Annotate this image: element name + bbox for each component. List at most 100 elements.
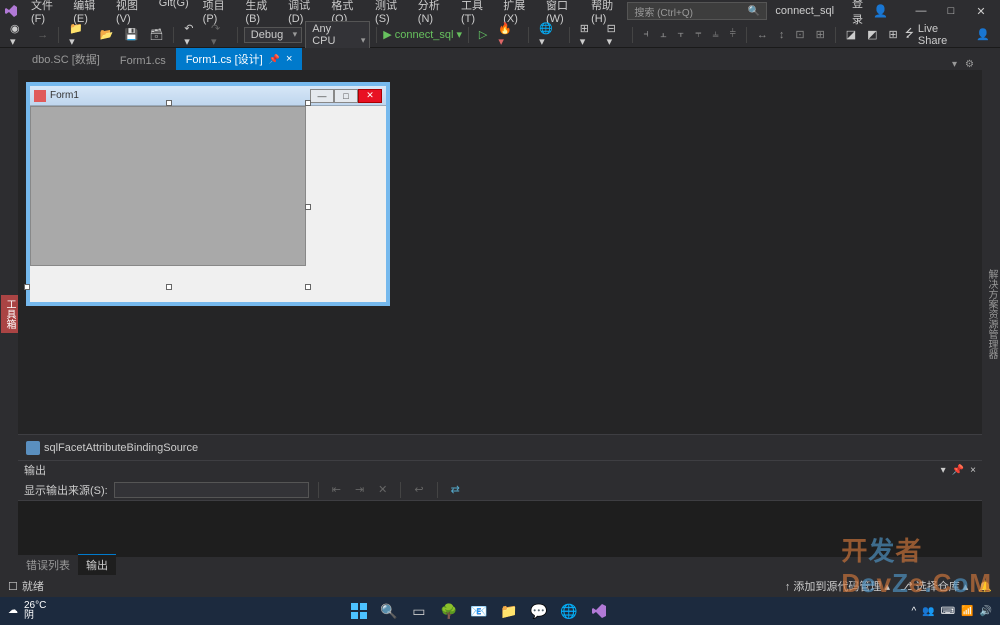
align-left-icon[interactable]: ⫞ [639, 26, 653, 43]
global-search-input[interactable]: 搜索 (Ctrl+Q) 🔍 [627, 2, 767, 20]
tray-chevron-icon[interactable]: ^ [912, 606, 917, 617]
app-tree-icon[interactable]: 🌳 [438, 600, 460, 622]
platform-dropdown[interactable]: Any CPU [305, 21, 370, 49]
align-mid-icon[interactable]: ⫨ [708, 26, 722, 43]
sign-in-button[interactable]: 登录 [852, 0, 863, 27]
resize-handle[interactable] [305, 284, 311, 290]
tab-output[interactable]: 输出 [78, 554, 116, 575]
new-project-button[interactable]: 📁 ▾ [65, 20, 93, 50]
app-vs-icon[interactable] [588, 600, 610, 622]
notifications-button[interactable]: 🔔 [978, 580, 992, 593]
clear-button[interactable]: ✕ [374, 481, 391, 498]
redo-button[interactable]: ↷ ▾ [207, 20, 231, 50]
sidebar-tab-toolbox[interactable]: 工具箱 [1, 295, 18, 333]
send-back-button[interactable]: ◩ [863, 26, 881, 43]
vspacing-icon[interactable]: ↕ [775, 27, 789, 43]
start-button[interactable] [348, 600, 370, 622]
wrap-button[interactable]: ↩ [410, 481, 427, 498]
nav-back-button[interactable]: ◉ ▾ [6, 20, 30, 50]
menu-analyze[interactable]: 分析(N) [411, 0, 454, 28]
output-text[interactable] [18, 501, 982, 557]
search-icon[interactable]: 🔍 [378, 600, 400, 622]
live-share-button[interactable]: ⭍ Live Share [905, 23, 964, 47]
goto-prev-button[interactable]: ⇤ [328, 481, 345, 498]
liveshare-icon: ⭍ [905, 25, 914, 44]
tray-people-icon[interactable]: 👥 [922, 606, 934, 617]
menu-view[interactable]: 视图(V) [109, 0, 152, 28]
minimize-button[interactable]: — [906, 1, 936, 21]
align-button[interactable]: ⊟ ▾ [603, 20, 627, 50]
select-repo[interactable]: ⎇ 选择仓库 ▴ [900, 578, 968, 594]
panel-close-button[interactable]: × [970, 465, 976, 476]
close-icon[interactable]: × [286, 53, 292, 65]
config-dropdown[interactable]: Debug [244, 27, 302, 43]
undo-button[interactable]: ↶ ▾ [180, 20, 204, 50]
resize-handle[interactable] [305, 204, 311, 210]
tab-dbo-sc[interactable]: dbo.SC [数据] [22, 48, 110, 70]
tab-label: dbo.SC [数据] [32, 51, 100, 67]
start-without-debug-button[interactable]: ▷ [475, 26, 491, 43]
panel-pin-button[interactable]: 📌 [952, 465, 964, 476]
bring-front-button[interactable]: ◪ [842, 26, 860, 43]
align-bot-icon[interactable]: ⫩ [726, 26, 740, 43]
system-tray[interactable]: ^ 👥 ⌨ 📶 🔊 [912, 606, 993, 617]
resize-handle[interactable] [305, 100, 311, 106]
form-preview[interactable]: Form1 — □ ✕ [26, 82, 390, 306]
pin-icon[interactable]: 📌 [269, 54, 280, 65]
tray-input-icon[interactable]: ⌨ [941, 606, 955, 617]
align-right-icon[interactable]: ⫟ [674, 26, 689, 43]
resize-handle[interactable] [166, 284, 172, 290]
app-explorer-icon[interactable]: 📁 [498, 600, 520, 622]
tab-form1-cs[interactable]: Form1.cs [110, 52, 176, 70]
nav-fwd-button[interactable]: → [33, 27, 52, 43]
panel-dropdown-button[interactable]: ▾ [941, 465, 946, 476]
menu-test[interactable]: 测试(S) [368, 0, 411, 28]
menu-build[interactable]: 生成(B) [238, 0, 281, 28]
browse-button[interactable]: 🌐 ▾ [535, 20, 563, 50]
maximize-button[interactable]: □ [936, 1, 966, 21]
open-file-button[interactable]: 📂 [96, 26, 118, 43]
grid-icon[interactable]: ⊞ [812, 26, 829, 43]
form-icon [34, 90, 46, 102]
main-toolbar: ◉ ▾ → 📁 ▾ 📂 💾 🗃 ↶ ▾ ↷ ▾ Debug Any CPU ▶ … [0, 22, 1000, 48]
tray-volume-icon[interactable]: 🔊 [980, 606, 992, 617]
layout-button[interactable]: ⊞ ▾ [576, 20, 600, 50]
hot-reload-button[interactable]: 🔥 ▾ [494, 20, 522, 50]
tab-settings-button[interactable]: ⚙ [965, 59, 974, 70]
taskview-icon[interactable]: ▭ [408, 600, 430, 622]
datagridview-control[interactable] [30, 106, 306, 266]
save-button[interactable]: 💾 [121, 26, 143, 43]
size-icon[interactable]: ⊡ [791, 26, 808, 43]
tray-network-icon[interactable]: 📶 [961, 606, 973, 617]
taskbar-weather[interactable]: ☁ 26°C 阴 [8, 601, 46, 621]
app-wechat-icon[interactable]: 💬 [528, 600, 550, 622]
tab-error-list[interactable]: 错误列表 [18, 555, 78, 575]
feedback-button[interactable]: 👤 [972, 26, 994, 43]
start-debug-button[interactable]: ▶ connect_sql ▾ [383, 28, 462, 41]
start-target-label: connect_sql [395, 29, 454, 41]
binding-source-icon[interactable] [26, 441, 40, 455]
tab-form1-design[interactable]: Form1.cs [设计] 📌 × [176, 48, 303, 70]
menu-tools[interactable]: 工具(T) [454, 0, 496, 28]
tab-dropdown-button[interactable]: ▾ [952, 59, 957, 70]
forms-designer[interactable]: Form1 — □ ✕ [18, 70, 982, 434]
form-body[interactable] [30, 106, 386, 302]
resize-handle[interactable] [166, 100, 172, 106]
menu-file[interactable]: 文件(F) [24, 0, 66, 28]
output-source-dropdown[interactable] [114, 482, 309, 498]
close-button[interactable]: ✕ [966, 1, 996, 21]
align-center-icon[interactable]: ⫠ [656, 26, 671, 43]
tab-order-button[interactable]: ⊞ [885, 26, 902, 43]
output-settings-button[interactable]: ⇄ [447, 481, 464, 498]
save-all-button[interactable]: 🗃 [145, 26, 167, 43]
resize-handle[interactable] [24, 284, 30, 290]
align-top-icon[interactable]: ⫧ [691, 26, 705, 43]
sidebar-tab-solution-explorer[interactable]: 解决方案资源管理器 [983, 265, 1000, 363]
app-edge-icon[interactable]: 🌐 [558, 600, 580, 622]
app-mail-icon[interactable]: 📧 [468, 600, 490, 622]
component-label[interactable]: sqlFacetAttributeBindingSource [44, 442, 198, 454]
add-to-source-control[interactable]: ↑ 添加到源代码管理 ▴ [785, 578, 890, 594]
account-icon[interactable]: 👤 [873, 4, 888, 18]
hspacing-icon[interactable]: ↔ [753, 27, 772, 43]
goto-next-button[interactable]: ⇥ [351, 481, 368, 498]
